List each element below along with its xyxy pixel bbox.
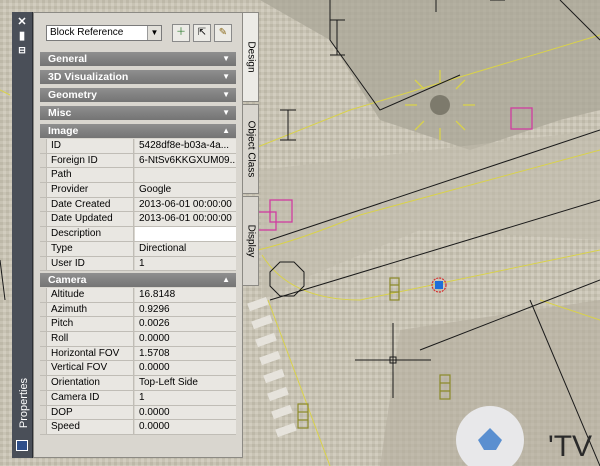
property-row[interactable]: Foreign ID 6-NtSv6KKGXUM09... — [40, 153, 236, 169]
property-value[interactable]: 0.0000 — [135, 361, 236, 376]
property-value[interactable]: Top-Left Side — [135, 376, 236, 390]
section-geometry[interactable]: Geometry ▼ — [40, 88, 236, 102]
palette-titlebar[interactable]: ✕ ▮ ⊟ Properties — [12, 12, 33, 458]
palette-options-icon[interactable]: ⊟ — [15, 44, 29, 56]
palette-toolbar: Block Reference ▼ ＋ ⇱ ✎ — [34, 13, 242, 51]
property-name: User ID — [46, 256, 134, 271]
section-camera[interactable]: Camera ▲ — [40, 273, 236, 287]
property-name: Type — [46, 241, 134, 256]
property-row[interactable]: Roll 0.0000 — [40, 332, 236, 347]
property-name: Vertical FOV — [46, 361, 134, 376]
tab-display[interactable]: Display — [242, 196, 259, 286]
section-general[interactable]: General ▼ — [40, 52, 236, 66]
chevron-down-icon: ▼ — [222, 90, 230, 99]
property-row[interactable]: Horizontal FOV 1.5708 — [40, 346, 236, 362]
property-name: Camera ID — [46, 390, 134, 405]
property-name: Foreign ID — [46, 153, 134, 168]
property-name: Pitch — [46, 317, 134, 332]
chevron-down-icon: ▼ — [222, 72, 230, 81]
close-icon[interactable]: ✕ — [15, 16, 29, 28]
property-value[interactable]: 1 — [135, 256, 236, 271]
property-value[interactable]: 0.9296 — [135, 302, 236, 317]
property-name: Path — [46, 168, 134, 183]
property-name: Azimuth — [46, 302, 134, 317]
property-value[interactable]: 16.8148 — [135, 288, 236, 302]
property-value[interactable]: 0.0000 — [135, 332, 236, 346]
image-properties: ID 5428df8e-b03a-4a... Foreign ID 6-NtSv6KK… — [40, 139, 236, 272]
property-value[interactable]: 1 — [135, 390, 236, 405]
property-name: Roll — [46, 332, 134, 346]
section-3d-visualization[interactable]: 3D Visualization ▼ — [40, 70, 236, 84]
property-value[interactable]: 0.0000 — [135, 420, 236, 434]
property-value[interactable]: Google — [135, 183, 236, 197]
palette-title: Properties — [18, 377, 30, 429]
property-row[interactable]: Vertical FOV 0.0000 — [40, 361, 236, 377]
property-name: Horizontal FOV — [46, 346, 134, 361]
property-row[interactable]: ID 5428df8e-b03a-4a... — [40, 139, 236, 154]
tab-object-class[interactable]: Object Class — [242, 104, 259, 194]
toggle-pickadd-button[interactable]: ＋ — [172, 24, 190, 42]
tree-symbol — [405, 70, 475, 140]
property-row[interactable]: Type Directional — [40, 241, 236, 257]
property-row[interactable]: Provider Google — [40, 183, 236, 198]
property-value[interactable]: 6-NtSv6KKGXUM09... — [135, 153, 236, 168]
chevron-up-icon: ▲ — [222, 275, 230, 284]
property-row[interactable]: Camera ID 1 — [40, 390, 236, 406]
property-row[interactable]: Date Updated 2013-06-01 00:00:00 — [40, 212, 236, 228]
property-name: Date Created — [46, 197, 134, 212]
property-value[interactable]: 1.5708 — [135, 346, 236, 361]
property-name: ID — [46, 139, 134, 153]
tab-design[interactable]: Design — [242, 12, 259, 102]
property-row[interactable]: Date Created 2013-06-01 00:00:00 — [40, 197, 236, 213]
properties-palette[interactable]: ✕ ▮ ⊟ Properties Block Reference ▼ ＋ ⇱ ✎… — [12, 12, 260, 458]
camera-properties: Altitude 16.8148 Azimuth 0.9296 Pitch 0.0026 R… — [40, 288, 236, 435]
vertical-tabs: Design Object Class Display — [242, 12, 260, 458]
property-value[interactable]: 0.0000 — [135, 405, 236, 420]
property-name: DOP — [46, 405, 134, 420]
property-value[interactable]: Directional — [135, 241, 236, 256]
property-name: Speed — [46, 420, 134, 434]
property-row[interactable]: Pitch 0.0026 — [40, 317, 236, 333]
property-value[interactable]: 0.0026 — [135, 317, 236, 332]
property-row[interactable]: Altitude 16.8148 — [40, 288, 236, 303]
property-name: Description — [46, 227, 134, 241]
property-row[interactable]: Speed 0.0000 — [40, 420, 236, 435]
property-name: Altitude — [46, 288, 134, 302]
property-row[interactable]: User ID 1 — [40, 256, 236, 272]
property-row[interactable]: Orientation Top-Left Side — [40, 376, 236, 391]
chevron-down-icon: ▼ — [222, 54, 230, 63]
property-row[interactable]: Path — [40, 168, 236, 184]
property-name: Orientation — [46, 376, 134, 390]
object-type-select[interactable]: Block Reference ▼ — [46, 25, 162, 41]
map-label: 'TV — [548, 430, 592, 463]
property-value[interactable] — [135, 168, 236, 183]
properties-panel: Block Reference ▼ ＋ ⇱ ✎ General ▼ 3D Visu… — [33, 12, 243, 458]
property-value[interactable]: 2013-06-01 00:00:00 — [135, 212, 236, 227]
property-name: Date Updated — [46, 212, 134, 227]
property-name: Provider — [46, 183, 134, 197]
select-objects-button[interactable]: ⇱ — [193, 24, 211, 42]
object-type-value: Block Reference — [50, 27, 124, 38]
properties-icon — [16, 440, 28, 451]
property-value[interactable]: 5428df8e-b03a-4a... — [135, 139, 236, 153]
property-row[interactable]: DOP 0.0000 — [40, 405, 236, 421]
autohide-icon[interactable]: ▮ — [15, 30, 29, 42]
chevron-down-icon[interactable]: ▼ — [147, 26, 161, 40]
chevron-down-icon: ▼ — [222, 108, 230, 117]
property-row[interactable]: Description — [40, 227, 236, 242]
chevron-up-icon: ▲ — [222, 126, 230, 135]
property-value[interactable] — [135, 227, 236, 241]
section-image[interactable]: Image ▲ — [40, 124, 236, 138]
property-value[interactable]: 2013-06-01 00:00:00 — [135, 197, 236, 212]
property-row[interactable]: Azimuth 0.9296 — [40, 302, 236, 318]
quick-select-button[interactable]: ✎ — [214, 24, 232, 42]
section-misc[interactable]: Misc ▼ — [40, 106, 236, 120]
